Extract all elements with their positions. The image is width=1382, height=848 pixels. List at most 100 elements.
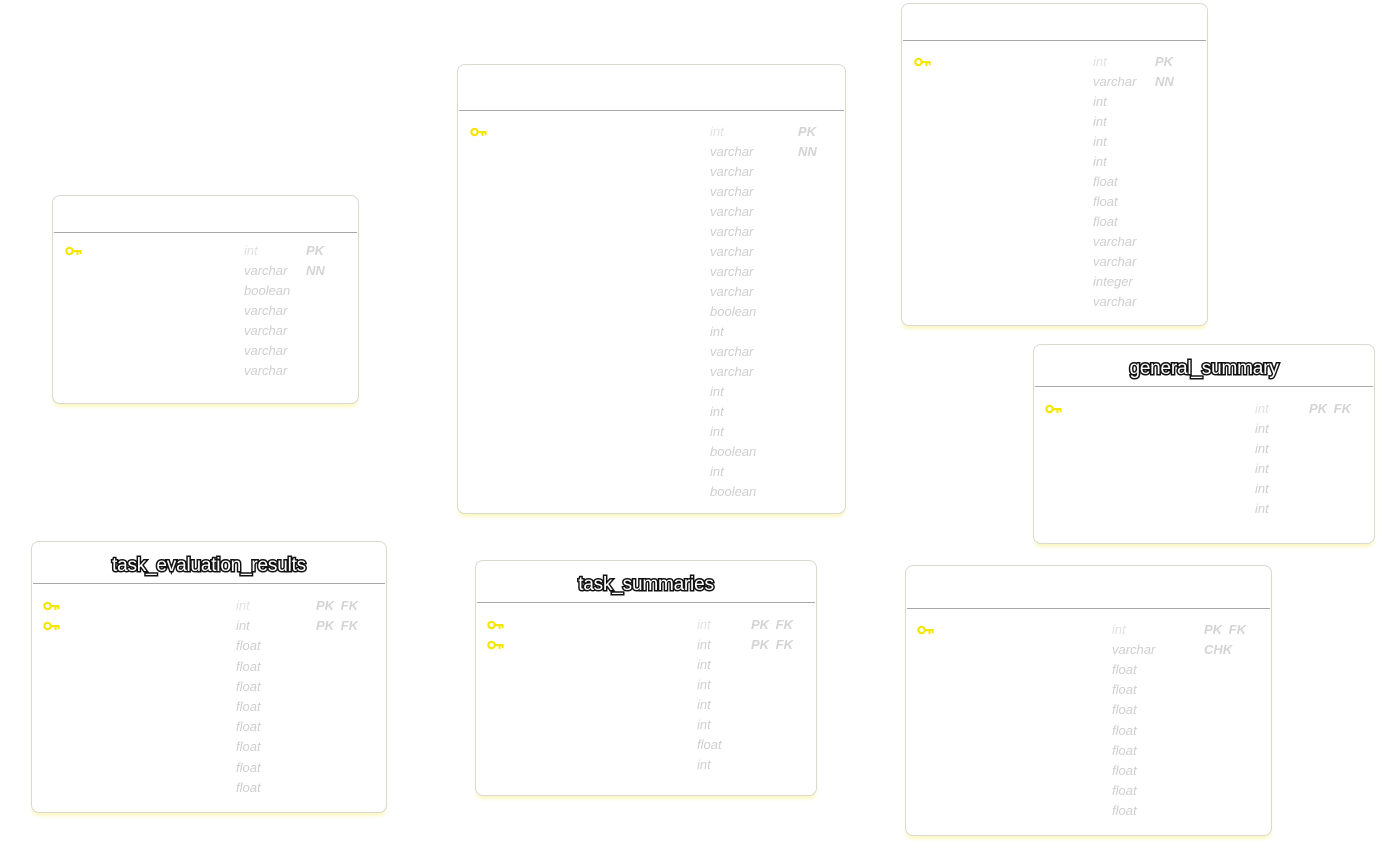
entity-table[interactable]: task_summaries int PK FK int PK FK int int int i… bbox=[475, 560, 817, 796]
column-row[interactable]: float bbox=[902, 212, 1207, 232]
column-row[interactable]: int bbox=[1034, 459, 1374, 479]
column-row[interactable]: float bbox=[32, 758, 386, 778]
column-row[interactable]: int bbox=[458, 382, 845, 402]
column-row[interactable]: int PK FK bbox=[32, 616, 386, 636]
column-type: int bbox=[1093, 154, 1107, 169]
column-row[interactable]: int bbox=[476, 715, 816, 735]
column-row[interactable]: int bbox=[476, 655, 816, 675]
column-row[interactable]: varchar bbox=[458, 262, 845, 282]
column-row[interactable]: boolean bbox=[53, 281, 358, 301]
column-row[interactable]: float bbox=[906, 741, 1271, 761]
column-row[interactable]: int bbox=[476, 755, 816, 775]
column-row[interactable]: int bbox=[476, 675, 816, 695]
column-constraints: PK bbox=[306, 243, 325, 258]
column-row[interactable]: int bbox=[458, 322, 845, 342]
column-type: int bbox=[710, 464, 724, 479]
column-row[interactable]: float bbox=[906, 680, 1271, 700]
column-type: varchar bbox=[1112, 642, 1156, 658]
column-row[interactable]: varchar bbox=[902, 292, 1207, 312]
column-type: int bbox=[236, 598, 250, 613]
column-row[interactable]: varchar NN bbox=[53, 261, 358, 281]
column-row[interactable]: float bbox=[32, 778, 386, 798]
column-row[interactable]: int PK FK bbox=[1034, 399, 1374, 419]
column-row[interactable]: float bbox=[906, 801, 1271, 821]
column-row[interactable]: float bbox=[32, 636, 386, 656]
entity-header bbox=[54, 196, 357, 233]
column-type: int bbox=[710, 404, 724, 419]
column-row[interactable]: boolean bbox=[458, 442, 845, 462]
entity-table[interactable]: int PK FK varchar CHK float float float float fl… bbox=[905, 565, 1272, 836]
column-row[interactable]: int bbox=[902, 152, 1207, 172]
column-row[interactable]: integer bbox=[902, 272, 1207, 292]
column-row[interactable]: int PK FK bbox=[32, 596, 386, 616]
entity-table[interactable]: general_summary int PK FK int int int int int bbox=[1033, 344, 1375, 544]
column-row[interactable]: int bbox=[1034, 479, 1374, 499]
column-row[interactable]: float bbox=[902, 172, 1207, 192]
column-row[interactable]: int PK FK bbox=[476, 615, 816, 635]
entity-table[interactable]: task_evaluation_results int PK FK int PK FK f… bbox=[31, 541, 387, 813]
column-row[interactable]: varchar bbox=[458, 282, 845, 302]
column-row[interactable]: float bbox=[32, 717, 386, 737]
column-type: int bbox=[1093, 134, 1107, 149]
column-row[interactable]: float bbox=[906, 761, 1271, 781]
column-row[interactable]: boolean bbox=[458, 302, 845, 322]
column-row[interactable]: varchar bbox=[458, 242, 845, 262]
column-constraints: PK FK bbox=[751, 617, 793, 632]
column-row[interactable]: varchar bbox=[458, 202, 845, 222]
column-row[interactable]: varchar bbox=[458, 342, 845, 362]
column-row[interactable]: int bbox=[458, 422, 845, 442]
column-row[interactable]: int PK FK bbox=[906, 620, 1271, 640]
column-row[interactable]: float bbox=[32, 697, 386, 717]
column-row[interactable]: float bbox=[906, 721, 1271, 741]
column-row[interactable]: int PK FK bbox=[476, 635, 816, 655]
column-type: float bbox=[1112, 722, 1137, 738]
entity-table[interactable]: int PK varchar NN varchar varchar varchar varch… bbox=[457, 64, 846, 514]
column-row[interactable]: float bbox=[906, 781, 1271, 801]
column-row[interactable]: varchar NN bbox=[458, 142, 845, 162]
column-row[interactable]: varchar bbox=[902, 232, 1207, 252]
column-row[interactable]: varchar bbox=[458, 222, 845, 242]
column-row[interactable]: float bbox=[906, 700, 1271, 720]
column-row[interactable]: varchar bbox=[53, 301, 358, 321]
column-row[interactable]: float bbox=[902, 192, 1207, 212]
column-row[interactable]: float bbox=[32, 677, 386, 697]
column-row[interactable]: varchar bbox=[53, 341, 358, 361]
column-row[interactable]: int bbox=[1034, 499, 1374, 519]
column-type: float bbox=[1093, 194, 1118, 209]
column-row[interactable]: int bbox=[902, 112, 1207, 132]
column-type: int bbox=[697, 717, 711, 732]
entity-header: task_summaries bbox=[477, 561, 815, 603]
column-row[interactable]: int bbox=[902, 92, 1207, 112]
column-row[interactable]: int bbox=[1034, 419, 1374, 439]
column-row[interactable]: int PK bbox=[53, 241, 358, 261]
column-type: int bbox=[1255, 441, 1269, 456]
column-row[interactable]: int bbox=[458, 462, 845, 482]
column-row[interactable]: varchar NN bbox=[902, 72, 1207, 92]
entity-table[interactable]: int PK varchar NN boolean varchar varchar varch… bbox=[52, 195, 359, 404]
column-row[interactable]: float bbox=[476, 735, 816, 755]
column-constraints: PK FK bbox=[316, 618, 358, 634]
column-row[interactable]: float bbox=[32, 737, 386, 757]
column-row[interactable]: boolean bbox=[458, 482, 845, 502]
column-type: float bbox=[236, 658, 261, 674]
column-row[interactable]: int PK bbox=[458, 122, 845, 142]
column-row[interactable]: float bbox=[906, 660, 1271, 680]
column-row[interactable]: varchar bbox=[458, 182, 845, 202]
column-type: boolean bbox=[710, 304, 757, 319]
column-row[interactable]: varchar bbox=[458, 362, 845, 382]
entity-table[interactable]: int PK varchar NN int int int int float float floa… bbox=[901, 3, 1208, 326]
column-type: boolean bbox=[244, 283, 291, 298]
column-row[interactable]: int bbox=[902, 132, 1207, 152]
column-row[interactable]: float bbox=[32, 657, 386, 677]
column-row[interactable]: varchar bbox=[458, 162, 845, 182]
column-row[interactable]: varchar CHK bbox=[906, 640, 1271, 660]
column-row[interactable]: int bbox=[458, 402, 845, 422]
column-row[interactable]: varchar bbox=[53, 361, 358, 381]
column-row[interactable]: int bbox=[476, 695, 816, 715]
column-type: int bbox=[1255, 401, 1269, 416]
column-row[interactable]: int bbox=[1034, 439, 1374, 459]
column-row[interactable]: varchar bbox=[902, 252, 1207, 272]
column-row[interactable]: int PK bbox=[902, 52, 1207, 72]
column-type: int bbox=[697, 617, 711, 632]
column-row[interactable]: varchar bbox=[53, 321, 358, 341]
